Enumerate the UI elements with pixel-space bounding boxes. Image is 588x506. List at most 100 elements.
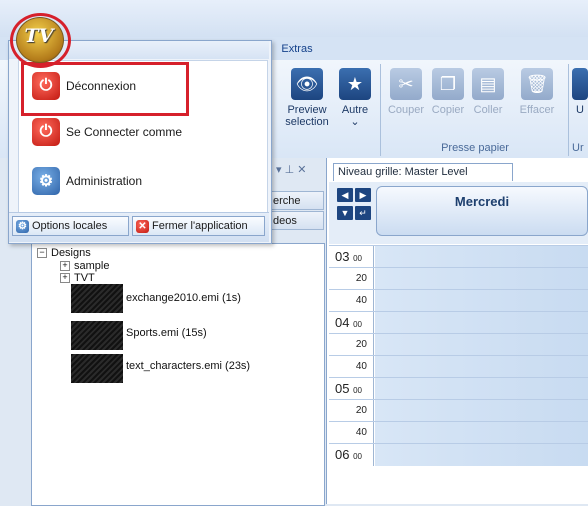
time-label: 40 [329, 290, 374, 312]
star-icon: ★ [339, 68, 371, 100]
menu-item-se-connecter[interactable]: ⏻ Se Connecter comme [22, 112, 262, 152]
group-label-partial: Ur [572, 142, 584, 154]
couper-button[interactable]: ✂ Couper [384, 68, 428, 116]
time-label: 03 00 [329, 246, 374, 268]
time-row: 05 00 [329, 377, 588, 400]
expand-icon[interactable]: + [60, 261, 70, 272]
fermer-application-button[interactable]: ✕ Fermer l'application [132, 216, 265, 236]
paste-icon: ▤ [472, 68, 504, 100]
schedule-slot[interactable] [375, 378, 588, 400]
design-thumbnail[interactable] [71, 284, 123, 313]
autre-button[interactable]: ★ Autre ⌄ [336, 68, 374, 128]
design-file-text-characters[interactable]: text_characters.emi (23s) [126, 360, 250, 372]
expand-icon[interactable]: + [60, 273, 70, 284]
time-row: 20 [329, 267, 588, 290]
time-row: 20 [329, 399, 588, 422]
hour-value: 05 [335, 381, 350, 396]
scissors-icon: ✂ [390, 68, 422, 100]
minute-value: 00 [353, 386, 362, 395]
time-label: 40 [329, 356, 374, 378]
prev-day-icon[interactable]: ◀ [337, 188, 353, 202]
tree-label: TVT [74, 272, 95, 284]
highlight-ring [10, 13, 71, 68]
menu-item-administration[interactable]: ⚙ Administration [22, 161, 262, 201]
panel-pin-close-icons[interactable]: ▾ ⊥ ✕ [276, 163, 324, 179]
tree-label: sample [74, 260, 110, 272]
coller-label: Coller [473, 104, 503, 116]
time-label: 20 [329, 268, 374, 290]
gear-icon: ⚙ [32, 167, 60, 195]
tree-node-tvt[interactable]: + TVT [60, 272, 95, 284]
time-row: 03 00 [329, 245, 588, 268]
autre-label: Autre [341, 104, 369, 116]
effacer-label: Effacer [519, 104, 555, 116]
preview-label-line1: Preview [287, 104, 327, 116]
preview-label-line2: selection [285, 116, 329, 128]
schedule-slot[interactable] [375, 246, 588, 268]
tree-label: Designs [51, 247, 91, 259]
tab-videos[interactable]: deos [268, 211, 324, 230]
tree-node-designs[interactable]: − Designs [37, 247, 91, 259]
return-icon[interactable]: ↵ [355, 206, 371, 220]
schedule-slot[interactable] [375, 334, 588, 356]
close-icon: ✕ [136, 219, 149, 233]
options-locales-label: Options locales [32, 220, 108, 232]
copier-button[interactable]: ❐ Copier [428, 68, 468, 116]
partial-button-label: U [576, 104, 584, 116]
time-label: 05 00 [329, 378, 374, 400]
tab-niveau-grille[interactable]: Niveau grille: Master Level [333, 163, 513, 181]
tab-recherche[interactable]: erche [268, 191, 324, 210]
menu-item-label: Administration [66, 174, 143, 188]
trash-icon: 🗑 [521, 68, 553, 100]
tree-node-sample[interactable]: + sample [60, 260, 109, 272]
design-thumbnail[interactable] [71, 321, 123, 350]
preview-selection-button[interactable]: 👁 Preview selection [282, 68, 332, 128]
design-file-sports[interactable]: Sports.emi (15s) [126, 327, 207, 339]
time-label: 04 00 [329, 312, 374, 334]
tab-extras[interactable]: Extras [272, 40, 322, 59]
couper-label: Couper [387, 104, 425, 116]
minute-value: 00 [353, 254, 362, 263]
design-file-exchange[interactable]: exchange2010.emi (1s) [126, 292, 241, 304]
day-header[interactable]: Mercredi [376, 186, 588, 236]
effacer-button[interactable]: 🗑 Effacer [508, 68, 566, 116]
schedule-slot[interactable] [375, 290, 588, 312]
design-thumbnail[interactable] [71, 354, 123, 383]
chevron-down-icon: ⌄ [350, 116, 360, 128]
coller-button[interactable]: ▤ Coller [468, 68, 508, 116]
group-label-presse-papier: Presse papier [441, 142, 509, 154]
schedule-slot[interactable] [375, 444, 588, 466]
gear-icon: ⚙ [16, 219, 29, 233]
schedule-slot[interactable] [375, 422, 588, 444]
group-separator [568, 64, 569, 156]
minute-value: 00 [353, 452, 362, 461]
menu-item-label: Se Connecter comme [66, 125, 183, 139]
copy-icon: ❐ [432, 68, 464, 100]
schedule-slot[interactable] [375, 312, 588, 334]
fermer-label: Fermer l'application [152, 220, 248, 232]
time-row: 40 [329, 421, 588, 444]
hour-value: 03 [335, 249, 350, 264]
options-locales-button[interactable]: ⚙ Options locales [12, 216, 129, 236]
minute-value: 00 [353, 320, 362, 329]
title-bar [0, 0, 588, 37]
power-icon: ⏻ [32, 118, 60, 146]
time-row: 04 00 [329, 311, 588, 334]
schedule-slot[interactable] [375, 400, 588, 422]
next-day-icon[interactable]: ▶ [355, 188, 371, 202]
time-label: 20 [329, 334, 374, 356]
hour-value: 06 [335, 447, 350, 462]
time-row: 40 [329, 355, 588, 378]
time-row: 40 [329, 289, 588, 312]
time-row: 20 [329, 333, 588, 356]
filter-icon[interactable]: ▼ [337, 206, 353, 220]
time-label: 06 00 [329, 444, 374, 466]
hour-value: 04 [335, 315, 350, 330]
schedule-slot[interactable] [375, 356, 588, 378]
schedule-slot[interactable] [375, 268, 588, 290]
copier-label: Copier [431, 104, 465, 116]
partial-ribbon-button[interactable]: U [572, 68, 588, 116]
partial-icon [572, 68, 588, 100]
collapse-icon[interactable]: − [37, 248, 47, 259]
time-label: 40 [329, 422, 374, 444]
